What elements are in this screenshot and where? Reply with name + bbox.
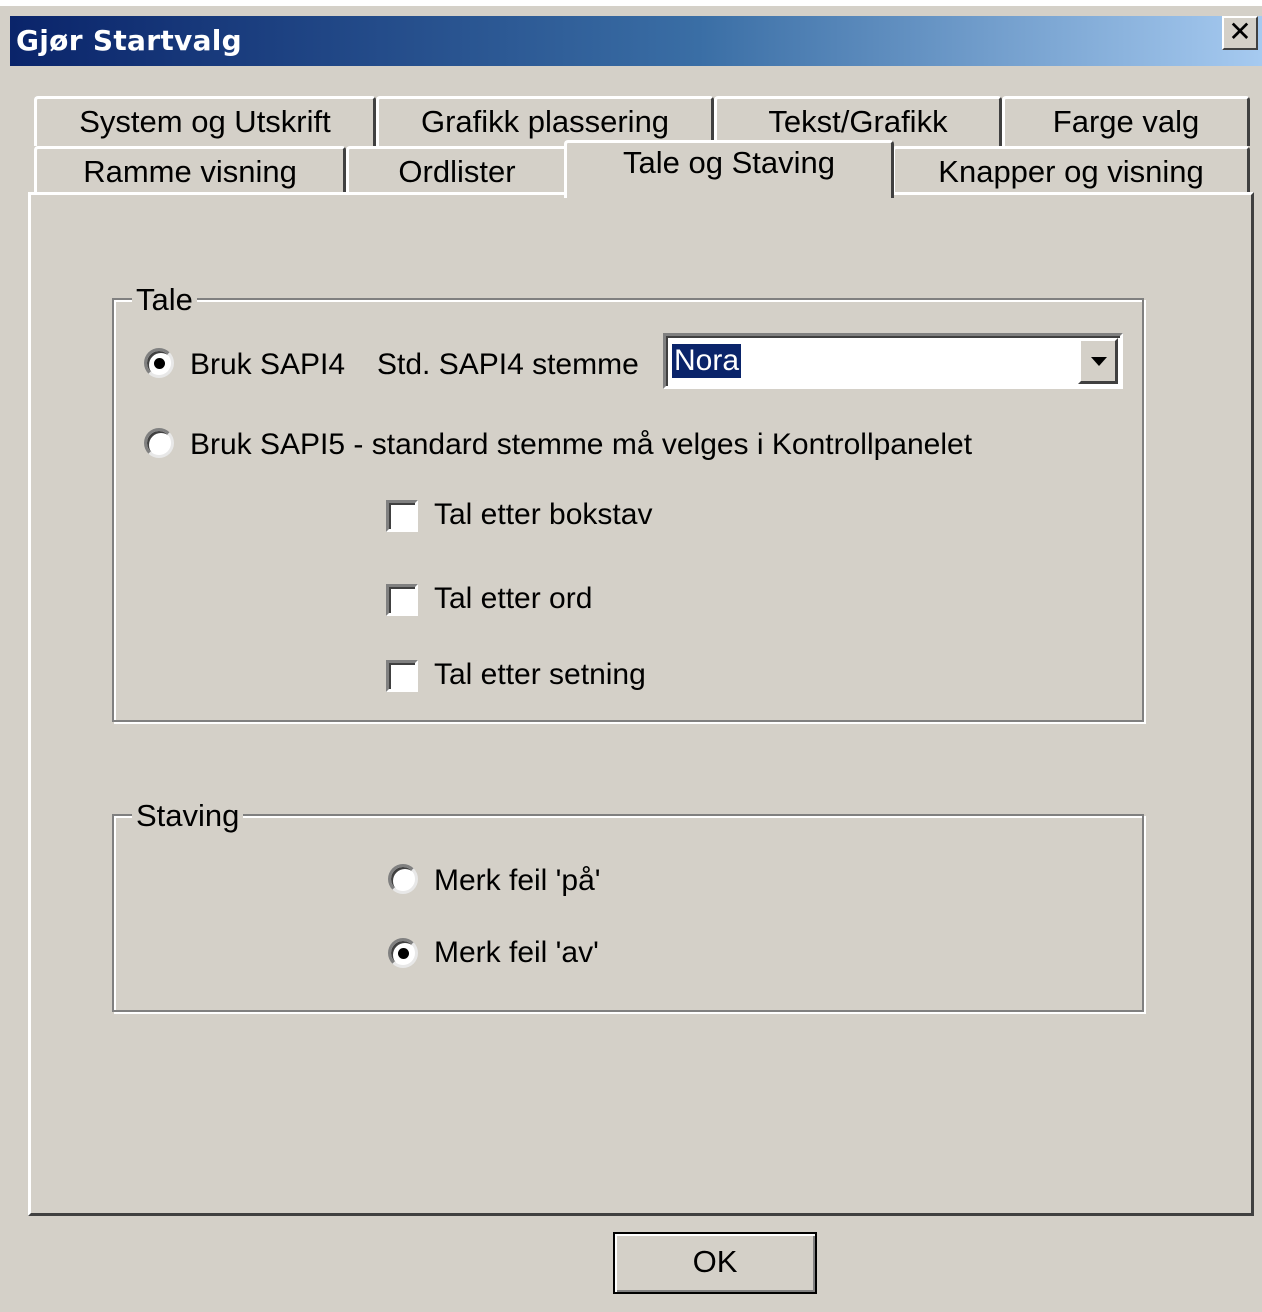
tab-ordlister[interactable]: Ordlister <box>346 146 568 194</box>
tal-etter-setning-checkbox[interactable] <box>386 660 418 692</box>
tal-etter-bokstav-checkbox[interactable] <box>386 500 418 532</box>
std-voice-label: Std. SAPI4 stemme <box>377 348 639 381</box>
merk-feil-av-label[interactable]: Merk feil 'av' <box>434 936 599 970</box>
tab-knapper-og-visning[interactable]: Knapper og visning <box>892 146 1250 194</box>
sapi5-radio[interactable] <box>144 428 174 458</box>
sapi4-label[interactable]: Bruk SAPI4 <box>190 348 345 382</box>
tal-etter-ord-label[interactable]: Tal etter ord <box>434 582 592 616</box>
tal-etter-setning-label[interactable]: Tal etter setning <box>434 658 646 692</box>
staving-groupbox <box>112 814 1144 1012</box>
close-icon: ✕ <box>1228 15 1252 48</box>
tab-ramme-visning[interactable]: Ramme visning <box>34 146 346 194</box>
merk-feil-pa-label[interactable]: Merk feil 'på' <box>434 864 601 898</box>
sapi4-radio[interactable] <box>144 348 174 378</box>
voice-select[interactable]: Nora <box>663 333 1123 389</box>
tab-system-og-utskrift[interactable]: System og Utskrift <box>34 96 376 146</box>
dialog-window: Gjør Startvalg ✕ System og Utskrift Graf… <box>0 0 1262 1312</box>
tab-grafikk-plassering[interactable]: Grafikk plassering <box>376 96 714 146</box>
tab-tale-og-staving[interactable]: Tale og Staving <box>564 140 894 198</box>
ok-button[interactable]: OK <box>613 1232 817 1294</box>
chevron-down-icon <box>1091 357 1107 366</box>
tab-farge-valg[interactable]: Farge valg <box>1002 96 1250 146</box>
dropdown-button[interactable] <box>1078 338 1118 384</box>
tale-group-label: Tale <box>132 283 197 317</box>
window-title: Gjør Startvalg <box>16 24 242 57</box>
title-bar[interactable]: Gjør Startvalg <box>10 16 1262 66</box>
merk-feil-pa-radio[interactable] <box>388 864 418 894</box>
radio-dot-icon <box>154 358 165 369</box>
sapi5-label[interactable]: Bruk SAPI5 - standard stemme må velges i… <box>190 428 972 462</box>
staving-group-label: Staving <box>132 799 244 833</box>
voice-select-value: Nora <box>672 344 742 378</box>
tal-etter-ord-checkbox[interactable] <box>386 584 418 616</box>
close-button[interactable]: ✕ <box>1222 16 1258 50</box>
merk-feil-av-radio[interactable] <box>388 938 418 968</box>
tab-tekst-grafikk[interactable]: Tekst/Grafikk <box>714 96 1002 146</box>
tal-etter-bokstav-label[interactable]: Tal etter bokstav <box>434 498 652 532</box>
radio-dot-icon <box>398 948 409 959</box>
